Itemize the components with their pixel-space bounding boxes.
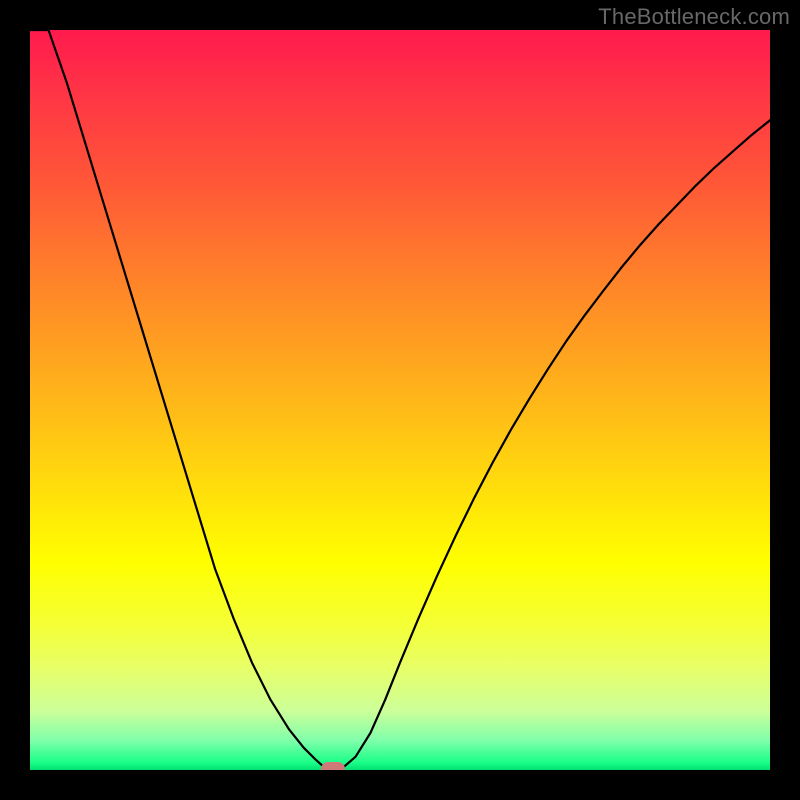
plot-area bbox=[30, 30, 770, 770]
minimum-marker bbox=[321, 762, 345, 770]
bottleneck-curve bbox=[30, 30, 770, 770]
curve-path bbox=[30, 30, 770, 769]
chart-stage: TheBottleneck.com bbox=[0, 0, 800, 800]
watermark-text: TheBottleneck.com bbox=[598, 4, 790, 30]
